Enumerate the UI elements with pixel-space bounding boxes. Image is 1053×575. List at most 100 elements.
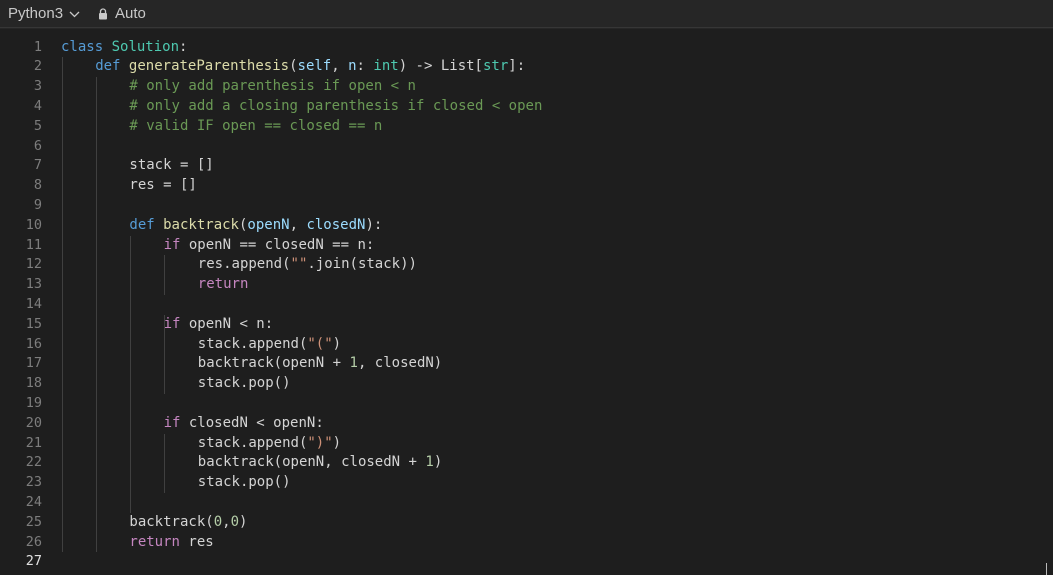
code-line: backtrack(openN, closedN + 1) bbox=[198, 453, 442, 473]
code-line: # only add parenthesis if open < n bbox=[129, 77, 416, 97]
code-area[interactable]: class Solution: def generateParenthesis(s… bbox=[61, 29, 1053, 575]
line-number: 11 bbox=[25, 236, 42, 253]
line-number: 18 bbox=[25, 375, 42, 392]
code-line: # valid IF open == closed == n bbox=[129, 117, 382, 137]
code-token: .join(stack)) bbox=[307, 256, 417, 273]
code-line: stack.pop() bbox=[198, 374, 291, 394]
code-token: : bbox=[356, 58, 374, 75]
line-number: 25 bbox=[25, 513, 42, 530]
line-number-gutter: 1 2 3 4 5 6 7 8 9 10 11 12 13 14 15 16 17 18 19 20 21 22 23 24 2… bbox=[0, 29, 48, 575]
code-token: 0 bbox=[230, 513, 239, 530]
code-token: "(" bbox=[307, 335, 333, 352]
line-number: 16 bbox=[25, 335, 42, 352]
code-token: ): bbox=[365, 216, 383, 233]
code-line: if openN < n: bbox=[164, 315, 274, 335]
code-line: res = [] bbox=[129, 176, 196, 196]
code-token: n bbox=[348, 58, 357, 75]
line-number: 4 bbox=[33, 97, 42, 114]
code-token: , bbox=[222, 513, 231, 530]
line-number: 5 bbox=[33, 117, 42, 134]
indent-guide bbox=[61, 57, 63, 553]
lock-icon bbox=[99, 7, 108, 19]
code-token: if bbox=[163, 315, 181, 332]
code-token: stack.append( bbox=[197, 434, 308, 451]
code-token: openN bbox=[247, 216, 290, 233]
resize-handle[interactable] bbox=[1046, 563, 1053, 575]
code-token: res = [] bbox=[129, 177, 197, 194]
indent-guide bbox=[129, 235, 131, 513]
code-token: backtrack(openN + bbox=[197, 355, 350, 372]
code-token: ( bbox=[289, 58, 298, 75]
code-line: stack = [] bbox=[129, 156, 213, 176]
line-number: 2 bbox=[33, 58, 42, 75]
indent-guide bbox=[164, 433, 166, 493]
line-number: 20 bbox=[25, 414, 42, 431]
code-line: res.append("".join(stack)) bbox=[198, 255, 417, 275]
code-token: # valid IF open == closed == n bbox=[129, 117, 383, 134]
code-token: openN == closedN == n: bbox=[180, 236, 375, 253]
line-number: 24 bbox=[25, 493, 42, 510]
code-editor[interactable]: 1 2 3 4 5 6 7 8 9 10 11 12 13 14 15 16 17 18 19 20 21 22 23 24 2… bbox=[0, 29, 1053, 575]
code-token: ) bbox=[433, 454, 443, 471]
line-number: 19 bbox=[25, 394, 42, 411]
code-token: Solution bbox=[111, 38, 180, 55]
code-line: if closedN < openN: bbox=[164, 414, 324, 434]
code-token: generateParenthesis bbox=[128, 58, 290, 75]
code-token: stack.pop() bbox=[197, 474, 291, 491]
code-token: def bbox=[95, 58, 121, 75]
code-line: if openN == closedN == n: bbox=[164, 236, 375, 256]
line-number: 12 bbox=[25, 256, 42, 273]
code-token: stack.append( bbox=[197, 335, 308, 352]
code-line: backtrack(openN + 1, closedN) bbox=[198, 354, 442, 374]
code-token: closedN < openN: bbox=[180, 414, 324, 431]
line-number: 1 bbox=[33, 38, 42, 55]
code-token: ) bbox=[332, 335, 342, 352]
line-number: 17 bbox=[25, 355, 42, 372]
code-token: , bbox=[331, 58, 349, 75]
code-token: # only add parenthesis if open < n bbox=[129, 78, 416, 95]
code-token: return bbox=[129, 533, 180, 550]
code-token: "" bbox=[290, 256, 308, 273]
line-number: 13 bbox=[25, 276, 42, 293]
code-token: int bbox=[373, 58, 399, 75]
code-token: if bbox=[163, 414, 181, 431]
code-token: def bbox=[129, 216, 155, 233]
chevron-down-icon bbox=[69, 11, 80, 18]
line-number: 26 bbox=[25, 533, 42, 550]
language-label: Python3 bbox=[8, 5, 64, 22]
indent-guide bbox=[164, 255, 166, 295]
line-number: 6 bbox=[33, 137, 42, 154]
code-line: stack.append(")") bbox=[198, 434, 341, 454]
code-token: closedN bbox=[306, 216, 366, 233]
line-number: 22 bbox=[25, 454, 42, 471]
line-number: 14 bbox=[25, 295, 42, 312]
code-token: : bbox=[179, 38, 188, 55]
code-token: 1 bbox=[425, 454, 434, 471]
code-token: return bbox=[197, 276, 249, 293]
code-line: def generateParenthesis(self, n: int) ->… bbox=[95, 57, 525, 77]
line-number: 21 bbox=[25, 434, 42, 451]
code-token: # only add a closing parenthesis if clos… bbox=[129, 97, 543, 114]
code-token: stack.pop() bbox=[197, 375, 291, 392]
code-line: backtrack(0,0) bbox=[129, 513, 247, 533]
code-token: class bbox=[61, 38, 104, 55]
code-token: backtrack(openN, closedN + bbox=[197, 454, 426, 471]
auto-mode-toggle[interactable]: Auto bbox=[98, 5, 146, 22]
code-line: # only add a closing parenthesis if clos… bbox=[129, 97, 542, 117]
code-token: 1 bbox=[349, 355, 358, 372]
code-token: ) -> List[ bbox=[398, 58, 483, 75]
line-number: 27 bbox=[25, 553, 42, 570]
code-token: ) bbox=[239, 513, 248, 530]
code-token: ) bbox=[332, 434, 342, 451]
editor-toolbar: Python3 Auto bbox=[0, 0, 1053, 28]
language-select[interactable]: Python3 bbox=[8, 5, 80, 22]
line-number: 10 bbox=[25, 216, 42, 233]
code-token: 0 bbox=[213, 513, 223, 530]
line-number: 9 bbox=[33, 196, 42, 213]
code-token: if bbox=[163, 236, 181, 253]
code-token: ")" bbox=[307, 434, 333, 451]
line-number: 8 bbox=[33, 177, 42, 194]
